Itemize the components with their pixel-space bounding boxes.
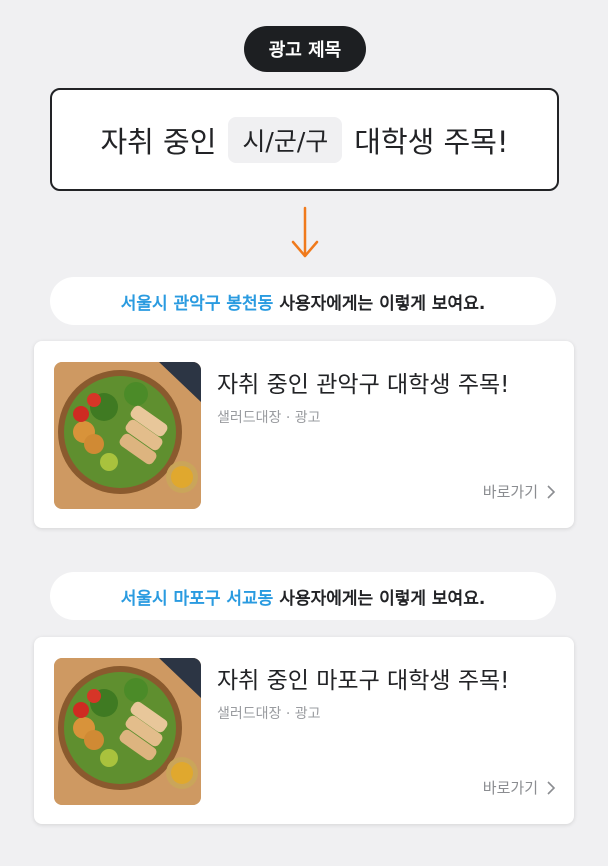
location-text: 서울시 관악구 봉천동 — [120, 293, 274, 314]
example-caption: 서울시 마포구 서교동 사용자에게는 이렇게 보여요. — [50, 572, 556, 620]
arrow-down-icon — [291, 206, 319, 258]
ad-preview-card[interactable]: 자취 중인 마포구 대학생 주목! 샐러드대장 · 광고 바로가기 — [34, 637, 574, 824]
chevron-right-icon — [547, 780, 556, 795]
location-text: 서울시 마포구 서교동 — [120, 588, 274, 609]
caption-text: 사용자에게는 이렇게 보여요. — [279, 293, 486, 314]
example-caption: 서울시 관악구 봉천동 사용자에게는 이렇게 보여요. — [50, 277, 556, 325]
headline-suffix: 대학생 주목! — [354, 124, 509, 159]
chevron-right-icon — [547, 484, 556, 499]
ad-advertiser-meta: 샐러드대장 · 광고 — [217, 410, 321, 426]
salad-bowl-image — [54, 362, 201, 509]
ad-headline: 자취 중인 마포구 대학생 주목! — [217, 668, 510, 694]
go-button[interactable]: 바로가기 — [483, 777, 556, 798]
go-button-label: 바로가기 — [482, 483, 538, 501]
headline-template: 자취 중인 시/군/구 대학생 주목! — [50, 88, 559, 191]
go-button[interactable]: 바로가기 — [483, 481, 556, 502]
caption-text: 사용자에게는 이렇게 보여요. — [279, 588, 486, 609]
salad-bowl-image — [54, 658, 201, 805]
ad-preview-card[interactable]: 자취 중인 관악구 대학생 주목! 샐러드대장 · 광고 바로가기 — [34, 341, 574, 528]
headline-prefix: 자취 중인 — [100, 124, 217, 159]
ad-advertiser-meta: 샐러드대장 · 광고 — [217, 706, 321, 722]
go-button-label: 바로가기 — [482, 779, 538, 797]
ad-title-label: 광고 제목 — [244, 26, 366, 72]
ad-headline: 자취 중인 관악구 대학생 주목! — [217, 372, 510, 398]
location-placeholder-chip: 시/군/구 — [228, 116, 343, 163]
